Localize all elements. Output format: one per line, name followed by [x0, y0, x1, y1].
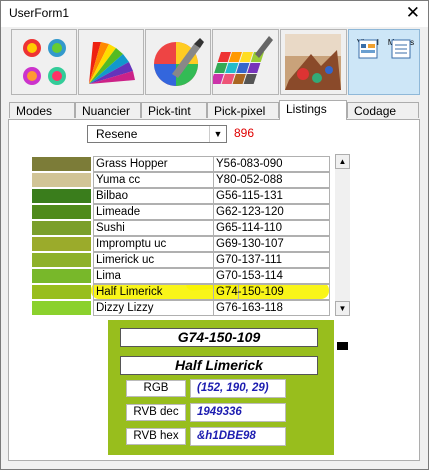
swatch-fan-icon [89, 42, 135, 84]
color-swatch [32, 173, 91, 187]
pixel-grid-button[interactable] [212, 29, 279, 95]
tab-modes[interactable]: Modes [9, 102, 75, 118]
color-code: G74-150-109 [213, 284, 330, 300]
list-scrollbar[interactable]: ▲ ▼ [335, 154, 350, 350]
color-swatch [32, 269, 91, 283]
color-code: G62-123-120 [213, 204, 330, 220]
color-code: G65-114-110 [213, 220, 330, 236]
photo-button[interactable] [280, 29, 347, 95]
tab-pick-pixel[interactable]: Pick-pixel [207, 102, 279, 118]
detail-name: Half Limerick [120, 356, 318, 375]
tab-pick-tint[interactable]: Pick-tint [141, 102, 207, 118]
photo-icon [285, 34, 341, 90]
palette-select-value: Resene [96, 127, 138, 141]
color-code: Y80-052-088 [213, 172, 330, 188]
color-code: G76-163-118 [213, 300, 330, 316]
scroll-down-icon[interactable]: ▼ [335, 301, 350, 316]
macros-icon [391, 39, 411, 59]
color-wheels-icon [23, 39, 66, 85]
pixel-grid-icon [213, 36, 273, 84]
rvb-dec-label: RVB dec [126, 404, 186, 421]
scroll-thumb[interactable] [337, 342, 348, 350]
title-bar: UserForm1 ✕ [1, 1, 428, 27]
color-code: G70-137-111 [213, 252, 330, 268]
tab-listings[interactable]: Listings [279, 100, 347, 120]
scroll-up-icon[interactable]: ▲ [335, 154, 350, 169]
color-code: G69-130-107 [213, 236, 330, 252]
color-swatch [32, 189, 91, 203]
window-title: UserForm1 [9, 6, 70, 20]
tab-codage[interactable]: Codage [347, 102, 419, 118]
rgb-label: RGB [126, 380, 186, 397]
color-swatch [32, 205, 91, 219]
rvb-hex-label: RVB hex [126, 428, 186, 445]
color-swatch [32, 221, 91, 235]
color-swatch [32, 253, 91, 267]
color-swatch [32, 157, 91, 171]
macros-button[interactable]: Macros [385, 38, 417, 94]
swatch-fan-button[interactable] [78, 29, 144, 95]
visual-basic-icon [358, 39, 378, 59]
rvb-hex-value[interactable]: &h1DBE98 [190, 427, 286, 446]
color-wheels-button[interactable] [11, 29, 77, 95]
vba-group: Visual Basic Macros [348, 29, 420, 95]
eyedropper-wheel-icon [154, 38, 204, 86]
detail-code: G74-150-109 [120, 328, 318, 347]
color-code: G56-115-131 [213, 188, 330, 204]
color-swatch [32, 237, 91, 251]
color-swatch [32, 285, 91, 299]
color-code: Y56-083-090 [213, 156, 330, 172]
visual-basic-button[interactable]: Visual Basic [353, 38, 383, 94]
rvb-dec-value[interactable]: 1949336 [190, 403, 286, 422]
palette-select[interactable]: Resene ▼ [87, 125, 227, 143]
color-code: G70-153-114 [213, 268, 330, 284]
color-detail-panel: G74-150-109 Half Limerick RGB (152, 190,… [108, 320, 334, 455]
color-swatch [32, 301, 91, 315]
chevron-down-icon[interactable]: ▼ [209, 126, 226, 142]
rgb-value[interactable]: (152, 190, 29) [190, 379, 286, 398]
color-count: 896 [234, 126, 255, 140]
tab-nuancier[interactable]: Nuancier [75, 102, 141, 118]
close-icon[interactable]: ✕ [406, 3, 420, 23]
color-picker-button[interactable] [145, 29, 211, 95]
